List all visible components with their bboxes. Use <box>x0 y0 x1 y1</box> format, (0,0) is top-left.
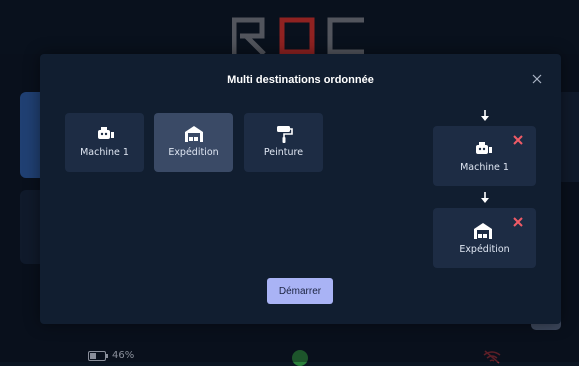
robot-icon <box>97 127 114 139</box>
arrow-down-icon <box>481 192 489 203</box>
warehouse-icon <box>474 223 492 239</box>
robot-icon <box>476 142 492 154</box>
queue-item-expedition: Expédition <box>433 208 536 268</box>
start-button[interactable]: Démarrer <box>267 278 333 304</box>
option-label: Machine 1 <box>80 147 129 158</box>
dialog-title: Multi destinations ordonnée <box>227 74 374 86</box>
option-expedition[interactable]: Expédition <box>154 113 233 172</box>
option-machine-1[interactable]: Machine 1 <box>65 113 144 172</box>
queue-item-machine-1: Machine 1 <box>433 126 536 186</box>
option-label: Expédition <box>168 147 219 158</box>
warehouse-icon <box>184 126 203 142</box>
queue-item-label: Machine 1 <box>460 162 509 173</box>
arrow-down-icon <box>481 110 489 121</box>
paint-roller-icon <box>276 126 293 143</box>
close-icon[interactable] <box>530 72 544 86</box>
remove-icon[interactable] <box>513 217 523 227</box>
queue-item-label: Expédition <box>459 244 510 255</box>
multi-destination-dialog: Multi destinations ordonnée Machine 1 Ex… <box>40 54 561 324</box>
option-label: Peinture <box>263 147 304 158</box>
option-peinture[interactable]: Peinture <box>244 113 323 172</box>
remove-icon[interactable] <box>513 135 523 145</box>
